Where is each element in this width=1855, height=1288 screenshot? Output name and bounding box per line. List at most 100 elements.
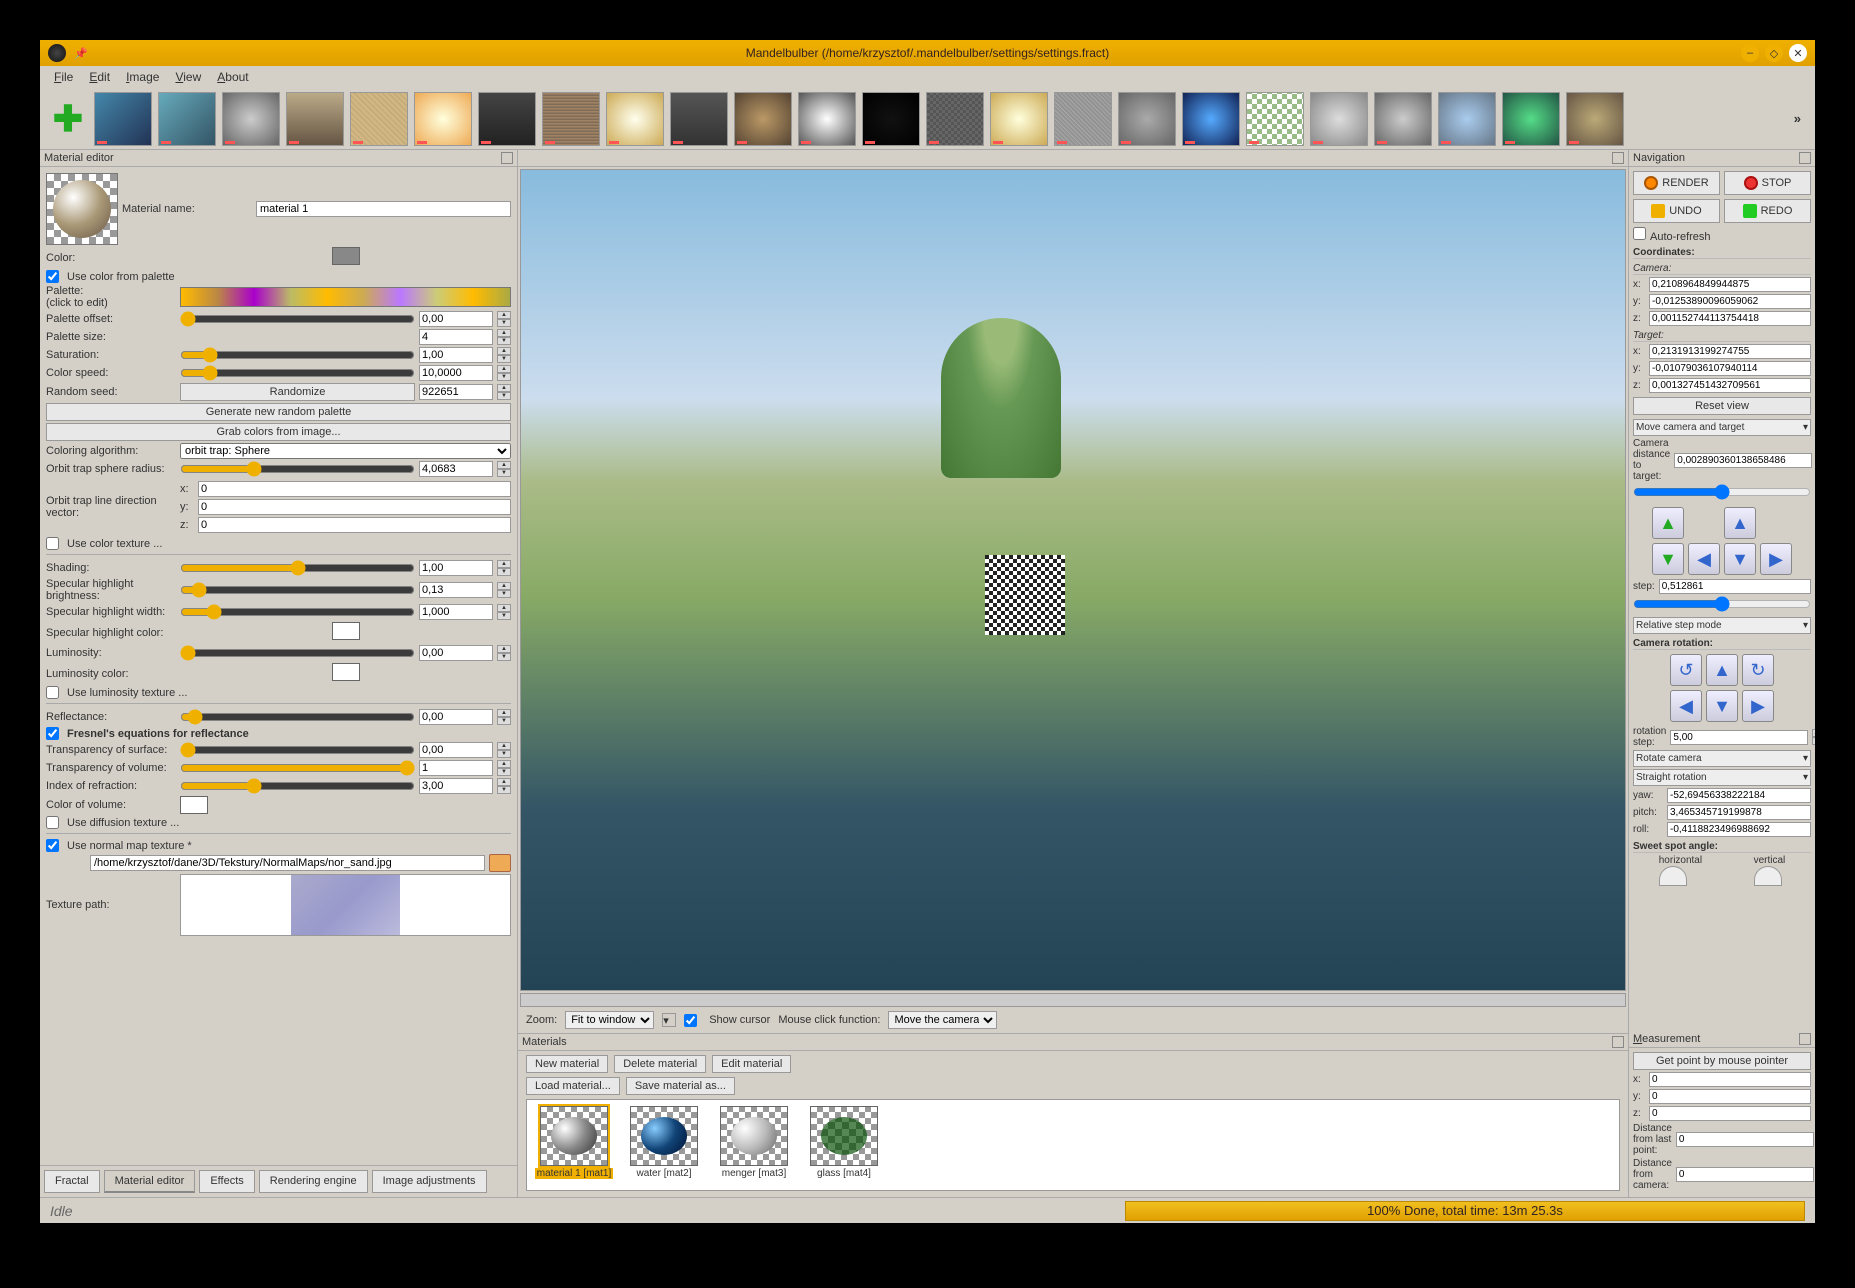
luminosity-color-swatch[interactable] <box>332 663 360 681</box>
menu-image[interactable]: Image <box>118 68 167 86</box>
step-input[interactable] <box>1659 579 1811 594</box>
toolbar-preset-16[interactable] <box>1054 92 1112 146</box>
toolbar-preset-24[interactable] <box>1566 92 1624 146</box>
transp-volume-input[interactable] <box>419 760 493 776</box>
dist-last-point-input[interactable] <box>1676 1132 1814 1147</box>
get-point-button[interactable]: Get point by mouse pointer <box>1633 1052 1811 1070</box>
undo-button[interactable]: UNDO <box>1633 199 1720 223</box>
roll-left-button[interactable]: ↺ <box>1670 654 1702 686</box>
transp-volume-slider[interactable] <box>180 761 415 775</box>
toolbar-preset-22[interactable] <box>1438 92 1496 146</box>
toolbar-preset-12[interactable] <box>798 92 856 146</box>
toolbar-more-button[interactable]: » <box>1788 105 1807 132</box>
use-normal-map-checkbox[interactable] <box>46 839 59 852</box>
menu-about[interactable]: About <box>209 68 256 86</box>
material-thumb-4[interactable]: .thumb:nth-child(4) .img::after{backgrou… <box>803 1106 885 1184</box>
render-button[interactable]: RENDER <box>1633 171 1720 195</box>
toolbar-preset-4[interactable] <box>286 92 344 146</box>
toolbar-preset-21[interactable] <box>1374 92 1432 146</box>
luminosity-input[interactable] <box>419 645 493 661</box>
fresnel-checkbox[interactable] <box>46 727 59 740</box>
luminosity-slider[interactable] <box>180 646 415 660</box>
dir-y-input[interactable] <box>198 499 511 515</box>
rotation-step-input[interactable] <box>1670 730 1808 745</box>
transp-surface-slider[interactable] <box>180 743 415 757</box>
render-scrollbar[interactable] <box>520 993 1626 1007</box>
zoom-apply-button[interactable]: ▾ <box>662 1013 676 1027</box>
measure-z-input[interactable] <box>1649 1106 1811 1121</box>
toolbar-preset-2[interactable] <box>158 92 216 146</box>
use-color-palette-checkbox[interactable] <box>46 270 59 283</box>
volume-color-swatch[interactable] <box>180 796 208 814</box>
save-material-button[interactable]: Save material as... <box>626 1077 735 1095</box>
material-name-input[interactable] <box>256 201 511 217</box>
tab-fractal[interactable]: Fractal <box>44 1170 100 1193</box>
reflectance-slider[interactable] <box>180 710 415 724</box>
orbit-trap-sphere-input[interactable] <box>419 461 493 477</box>
toolbar-preset-18[interactable] <box>1182 92 1240 146</box>
measure-y-input[interactable] <box>1649 1089 1811 1104</box>
pitch-down-button[interactable]: ▼ <box>1706 690 1738 722</box>
maximize-button[interactable]: ◇ <box>1765 44 1783 62</box>
browse-normal-map-button[interactable] <box>489 854 511 872</box>
toolbar-preset-23[interactable] <box>1502 92 1560 146</box>
reset-view-button[interactable]: Reset view <box>1633 397 1811 415</box>
target-z-input[interactable] <box>1649 378 1811 393</box>
grab-colors-button[interactable]: Grab colors from image... <box>46 423 511 441</box>
palette-bar[interactable] <box>180 287 511 307</box>
move-left-button[interactable]: ◀ <box>1688 543 1720 575</box>
tab-effects[interactable]: Effects <box>199 1170 254 1193</box>
step-mode-dropdown[interactable]: Relative step mode▾ <box>1633 617 1811 634</box>
dir-z-input[interactable] <box>198 517 511 533</box>
randomize-button[interactable]: Randomize <box>180 383 415 401</box>
saturation-slider[interactable] <box>180 348 415 362</box>
material-thumb-2[interactable]: .thumb:nth-child(2) .img::after{backgrou… <box>623 1106 705 1184</box>
new-material-button[interactable]: New material <box>526 1055 608 1073</box>
toolbar-preset-8[interactable] <box>542 92 600 146</box>
dock-undock-button[interactable] <box>501 152 513 164</box>
pin-icon[interactable]: 📌 <box>74 47 88 60</box>
shading-input[interactable] <box>419 560 493 576</box>
target-x-input[interactable] <box>1649 344 1811 359</box>
camera-distance-input[interactable] <box>1674 453 1812 468</box>
material-thumb-1[interactable]: material 1 [mat1] <box>533 1106 615 1184</box>
generate-palette-button[interactable]: Generate new random palette <box>46 403 511 421</box>
measure-undock-button[interactable] <box>1799 1033 1811 1045</box>
delete-material-button[interactable]: Delete material <box>614 1055 706 1073</box>
render-undock-button[interactable] <box>1612 152 1624 164</box>
yaw-input[interactable] <box>1667 788 1811 803</box>
menu-edit[interactable]: Edit <box>81 68 118 86</box>
dir-x-input[interactable] <box>198 481 511 497</box>
zoom-select[interactable]: Fit to window <box>565 1011 654 1029</box>
dist-camera-input[interactable] <box>1676 1167 1814 1182</box>
material-thumb-3[interactable]: .thumb:nth-child(3) .img::after{backgrou… <box>713 1106 795 1184</box>
toolbar-preset-13[interactable] <box>862 92 920 146</box>
camera-z-input[interactable] <box>1649 311 1811 326</box>
toolbar-preset-11[interactable] <box>734 92 792 146</box>
spec-bright-input[interactable] <box>419 582 493 598</box>
edit-material-button[interactable]: Edit material <box>712 1055 791 1073</box>
yaw-right-button[interactable]: ▶ <box>1742 690 1774 722</box>
orbit-trap-sphere-slider[interactable] <box>180 462 415 476</box>
camera-distance-slider[interactable] <box>1633 484 1811 500</box>
spec-bright-slider[interactable] <box>180 583 415 597</box>
move-forward-button[interactable]: ▲ <box>1652 507 1684 539</box>
move-backward-button[interactable]: ▼ <box>1652 543 1684 575</box>
rotate-camera-dropdown[interactable]: Rotate camera▾ <box>1633 750 1811 767</box>
materials-undock-button[interactable] <box>1612 1036 1624 1048</box>
menu-view[interactable]: View <box>167 68 209 86</box>
random-seed-input[interactable] <box>419 384 493 400</box>
toolbar-preset-17[interactable] <box>1118 92 1176 146</box>
toolbar-preset-20[interactable] <box>1310 92 1368 146</box>
sweet-spot-v-dial[interactable] <box>1754 866 1782 886</box>
render-view[interactable] <box>520 169 1626 991</box>
use-color-texture-checkbox[interactable] <box>46 537 59 550</box>
toolbar-preset-7[interactable] <box>478 92 536 146</box>
menu-file[interactable]: FFileile <box>46 68 81 86</box>
transp-surface-input[interactable] <box>419 742 493 758</box>
ior-input[interactable] <box>419 778 493 794</box>
spec-color-swatch[interactable] <box>332 622 360 640</box>
nav-undock-button[interactable] <box>1799 152 1811 164</box>
toolbar-preset-19[interactable] <box>1246 92 1304 146</box>
toolbar-preset-5[interactable] <box>350 92 408 146</box>
